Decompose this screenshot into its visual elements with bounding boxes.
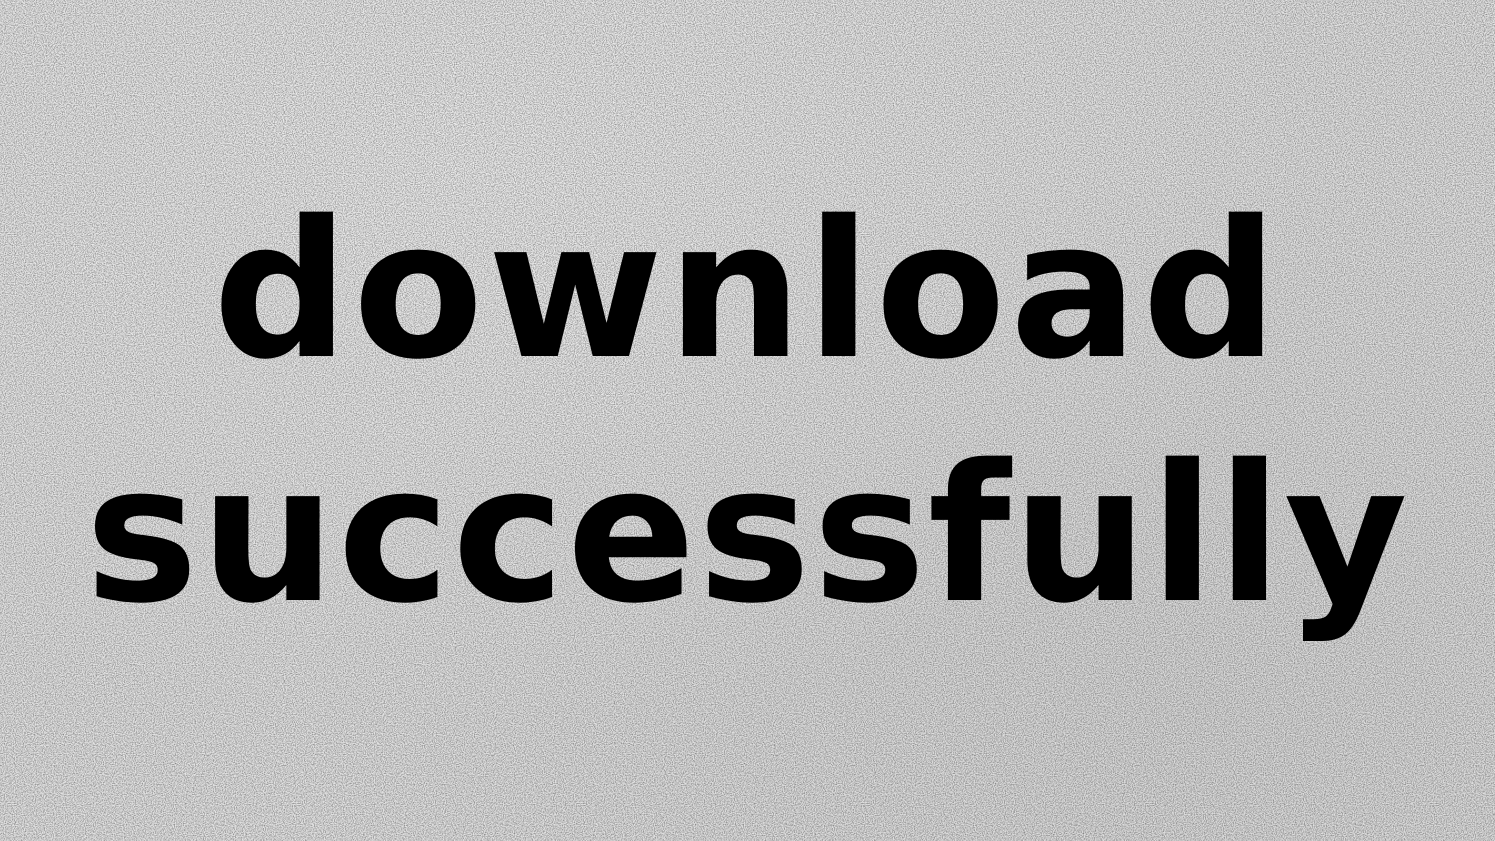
textured-wall-background — [0, 0, 1495, 841]
headline-line-1: download — [212, 180, 1283, 401]
noise-texture — [0, 0, 1495, 841]
headline-line-2: successfully — [85, 424, 1410, 645]
